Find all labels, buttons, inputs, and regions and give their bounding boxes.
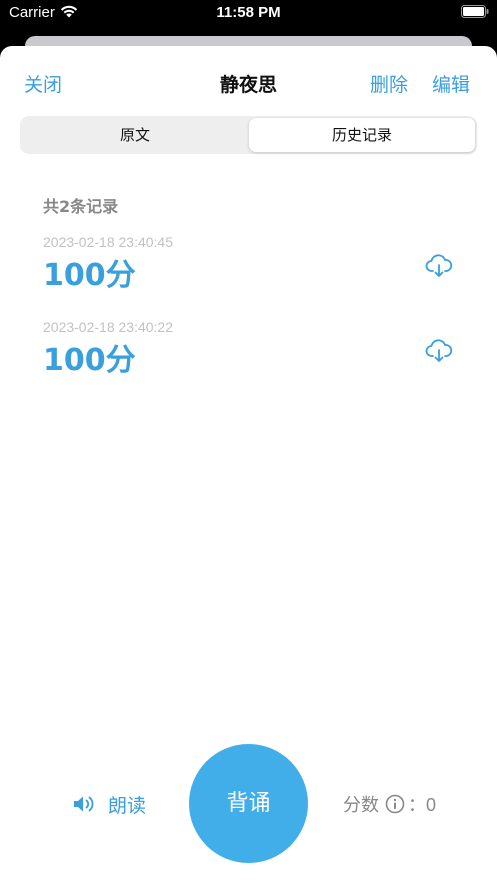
recite-button[interactable]: 背诵	[189, 744, 308, 863]
records-count: 共2条记录	[43, 197, 119, 216]
history-record[interactable]: 2023-02-18 23:40:45 100分	[0, 234, 497, 304]
score-label: 分数	[343, 795, 379, 816]
status-time: 11:58 PM	[216, 4, 281, 21]
record-datetime: 2023-02-18 23:40:22	[43, 319, 173, 335]
edit-button[interactable]: 编辑	[432, 70, 470, 97]
modal-sheet: 关闭 静夜思 删除 编辑 原文 历史记录 共2条记录 2023-02-18 23…	[0, 46, 497, 883]
delete-button[interactable]: 删除	[370, 70, 408, 97]
status-bar: Carrier 11:58 PM	[0, 0, 497, 28]
score-colon: ：	[408, 795, 426, 815]
page-title: 静夜思	[219, 74, 277, 96]
tab-history[interactable]: 历史记录	[249, 118, 475, 152]
info-icon[interactable]	[385, 794, 405, 814]
speaker-icon	[74, 796, 94, 812]
record-datetime: 2023-02-18 23:40:45	[43, 234, 173, 250]
history-record[interactable]: 2023-02-18 23:40:22 100分	[0, 319, 497, 389]
score-value: ：0	[408, 791, 436, 817]
record-score: 100分	[43, 343, 136, 378]
record-score: 100分	[43, 258, 136, 293]
close-button[interactable]: 关闭	[24, 70, 62, 97]
score-number: 0	[426, 795, 437, 815]
bottom-toolbar: 朗读 背诵 分数 ：0	[0, 736, 497, 883]
cloud-download-icon[interactable]	[425, 254, 453, 278]
read-aloud-label: 朗读	[108, 795, 147, 817]
tab-original[interactable]: 原文	[22, 118, 248, 152]
cloud-download-icon[interactable]	[425, 339, 453, 363]
segmented-control: 原文 历史记录	[20, 116, 477, 154]
battery-icon	[461, 5, 489, 18]
